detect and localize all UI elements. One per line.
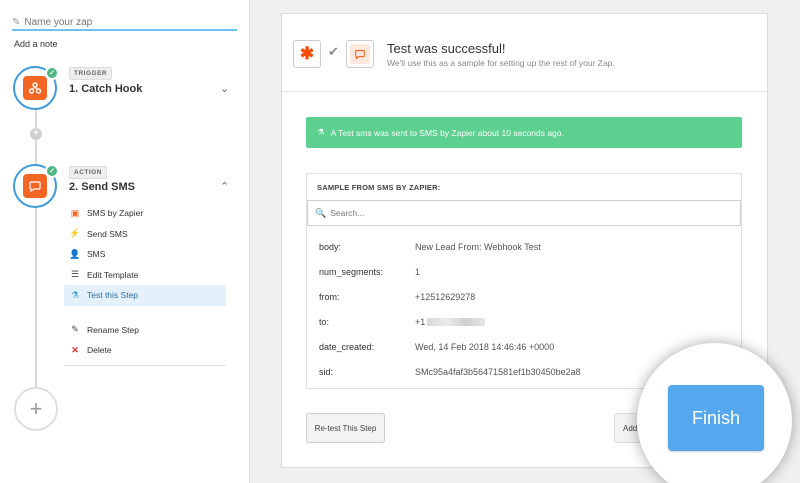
row-value: SMc95a4faf3b56471581ef1b30450be2a8 <box>415 366 581 377</box>
row-key: body: <box>319 241 342 252</box>
webhook-icon <box>23 76 47 100</box>
check-icon: ✔ <box>328 44 339 59</box>
row-value: 1 <box>415 266 421 277</box>
flask-icon: ⚗ <box>317 127 325 137</box>
rename-step-label: Rename Step <box>87 324 139 335</box>
add-note-link[interactable]: Add a note <box>14 39 58 49</box>
list-icon: ☰ <box>70 269 80 280</box>
header-title: Test was successful! <box>387 41 506 56</box>
substep-label: Send SMS <box>87 228 128 239</box>
table-row: from: +12512629278 <box>307 284 741 309</box>
substep-label: Edit Template <box>87 269 139 280</box>
action-substeps: ▣ SMS by Zapier ⚡ Send SMS 👤 SMS ☰ Edit … <box>64 203 226 370</box>
substep-label: Test this Step <box>87 290 139 301</box>
substep-app[interactable]: ▣ SMS by Zapier <box>64 203 226 224</box>
trigger-tag: TRIGGER <box>69 67 113 80</box>
search-input[interactable] <box>330 208 711 218</box>
pencil-icon: ✎ <box>12 17 21 28</box>
check-icon: ✓ <box>45 164 59 178</box>
search-icon: 🔍 <box>315 207 327 218</box>
redacted-number <box>427 318 486 327</box>
rename-step-item[interactable]: ✎ Rename Step <box>64 320 226 341</box>
header-subtitle: We'll use this as a sample for setting u… <box>387 58 615 68</box>
success-message: A Test sms was sent to SMS by Zapier abo… <box>330 127 564 138</box>
row-key: num_segments: <box>319 266 384 277</box>
check-icon: ✓ <box>45 66 59 80</box>
timeline-line <box>35 105 37 410</box>
user-icon: 👤 <box>69 248 81 259</box>
substep-account[interactable]: 👤 SMS <box>64 244 226 265</box>
trigger-step-title[interactable]: 1. Catch Hook <box>69 83 142 95</box>
table-row: num_segments: 1 <box>307 259 741 284</box>
bolt-icon: ⚡ <box>69 228 81 239</box>
flask-icon: ⚗ <box>70 289 80 300</box>
delete-label: Delete <box>87 345 112 356</box>
chevron-down-icon[interactable]: ⌄ <box>220 82 229 95</box>
pencil-icon: ✎ <box>71 324 79 335</box>
sample-title: SAMPLE FROM SMS BY ZAPIER: <box>317 183 441 192</box>
row-key: date_created: <box>319 341 375 352</box>
add-step-button[interactable]: + <box>14 387 58 431</box>
zapier-logo-icon: ✱ <box>293 40 321 68</box>
action-step-title[interactable]: 2. Send SMS <box>69 181 135 193</box>
row-key: sid: <box>319 366 334 377</box>
row-key: to: <box>319 316 330 327</box>
substep-label: SMS <box>87 249 106 260</box>
retest-button[interactable]: Re-test This Step <box>306 413 385 443</box>
zap-name-field[interactable]: ✎ <box>12 16 237 31</box>
sms-app-icon <box>346 40 374 68</box>
substep-action[interactable]: ⚡ Send SMS <box>64 224 226 245</box>
sms-icon <box>23 174 47 198</box>
substep-test[interactable]: ⚗ Test this Step <box>64 285 226 306</box>
add-step-between-icon[interactable]: + <box>30 128 42 140</box>
search-box[interactable]: 🔍 <box>307 200 741 226</box>
chevron-up-icon[interactable]: ⌃ <box>220 180 229 193</box>
table-row: to: +1 <box>307 309 741 334</box>
row-value: +12512629278 <box>415 291 476 302</box>
row-value: +1 <box>415 316 486 327</box>
panel-header: ✱ ✔ Test was successful! We'll use this … <box>282 14 767 92</box>
sidebar: ✎ Add a note ✓ TRIGGER 1. Catch Hook ⌄ +… <box>0 0 250 483</box>
zap-name-input[interactable] <box>24 17 225 28</box>
delete-step-item[interactable]: ✕ Delete <box>64 340 226 361</box>
row-key: from: <box>319 291 340 302</box>
action-tag: ACTION <box>69 166 107 179</box>
delete-x-icon: ✕ <box>71 344 79 355</box>
table-row: body: New Lead From: Webhook Test <box>307 234 741 259</box>
divider <box>64 364 226 366</box>
success-banner: ⚗ A Test sms was sent to SMS by Zapier a… <box>306 117 742 148</box>
sms-app-icon: ▣ <box>70 207 80 218</box>
finish-button[interactable]: Finish <box>668 385 764 451</box>
row-value: Wed, 14 Feb 2018 14:46:46 +0000 <box>415 341 555 352</box>
row-value: New Lead From: Webhook Test <box>415 241 541 252</box>
substep-edit-template[interactable]: ☰ Edit Template <box>64 265 226 286</box>
substep-label: SMS by Zapier <box>87 208 144 219</box>
phone-prefix: +1 <box>415 316 426 327</box>
